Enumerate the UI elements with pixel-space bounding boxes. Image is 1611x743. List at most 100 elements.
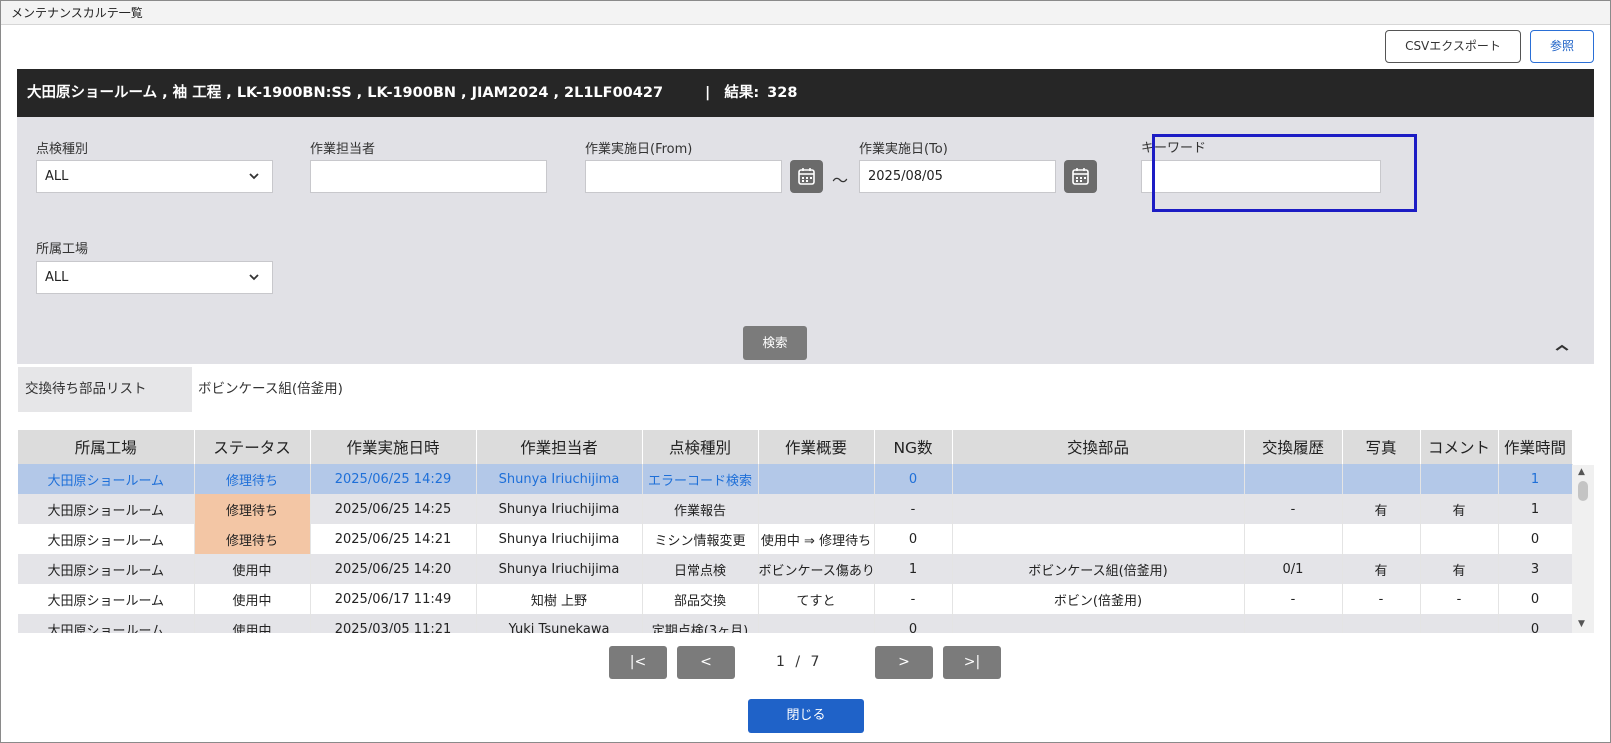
current-page: 1 (776, 654, 785, 670)
date-to-input[interactable]: 2025/08/05 (859, 160, 1056, 193)
collapse-icon[interactable] (1554, 341, 1571, 355)
table-cell: 有 (1420, 554, 1499, 584)
table-cell: 1 (1498, 494, 1573, 524)
table-cell (758, 464, 875, 494)
result-label: 結果: (724, 85, 760, 101)
table-row[interactable]: 大田原ショールーム 修理待ち 2025/06/25 14:29 Shunya I… (18, 464, 1573, 494)
column-header[interactable]: コメント (1420, 430, 1499, 464)
table-cell: 3 (1498, 554, 1573, 584)
table-cell (1244, 614, 1343, 633)
status-cell: 修理待ち (194, 524, 311, 554)
table-cell: 2025/06/25 14:20 (310, 554, 477, 584)
inspection-type-value: ALL (45, 169, 69, 184)
column-header[interactable]: 交換部品 (952, 430, 1245, 464)
table-row[interactable]: 大田原ショールーム 使用中 2025/06/17 11:49 知樹 上野 部品交… (18, 584, 1573, 614)
keyword-highlight-frame (1152, 134, 1417, 212)
table-cell (1244, 524, 1343, 554)
reference-button[interactable]: 参照 (1530, 30, 1594, 63)
table-row[interactable]: 大田原ショールーム 使用中 2025/03/05 11:21 Yuki Tsun… (18, 614, 1573, 633)
column-header[interactable]: 作業担当者 (476, 430, 643, 464)
column-header[interactable]: 作業時間 (1498, 430, 1573, 464)
table-cell (1244, 464, 1343, 494)
table-cell: 2025/06/25 14:21 (310, 524, 477, 554)
table-cell: - (1420, 584, 1499, 614)
column-header[interactable]: 点検種別 (642, 430, 759, 464)
scroll-thumb[interactable] (1578, 481, 1588, 501)
column-header[interactable]: 作業概要 (758, 430, 875, 464)
table-cell: - (1342, 584, 1421, 614)
column-header[interactable]: ステータス (194, 430, 311, 464)
scroll-up-icon[interactable]: ▲ (1578, 467, 1585, 477)
calendar-icon[interactable] (790, 160, 823, 193)
table-cell (1342, 524, 1421, 554)
karte-table-container: 所属工場 ステータス 作業実施日時 作業担当者 点検種別 作業概要 NG数 交換… (18, 430, 1594, 633)
table-cell: 部品交換 (642, 584, 759, 614)
status-cell: 修理待ち (194, 464, 311, 494)
table-cell: 大田原ショールーム (18, 464, 195, 494)
table-cell: 大田原ショールーム (18, 554, 195, 584)
column-header[interactable]: 交換履歴 (1244, 430, 1343, 464)
table-cell: 有 (1420, 494, 1499, 524)
status-cell: 使用中 (194, 554, 311, 584)
prev-page-button[interactable]: < (677, 646, 735, 679)
next-page-button[interactable]: > (875, 646, 933, 679)
last-page-button[interactable]: >| (943, 646, 1001, 679)
inspection-type-label: 点検種別 (36, 142, 89, 157)
context-header: 大田原ショールーム , 袖 工程 , LK-1900BN:SS , LK-190… (17, 69, 1594, 117)
context-text: 大田原ショールーム , 袖 工程 , LK-1900BN:SS , LK-190… (27, 85, 664, 101)
table-cell (1420, 614, 1499, 633)
parts-waiting-label: 交換待ち部品リスト (18, 367, 192, 412)
result-count: 328 (767, 85, 798, 101)
table-cell: Shunya Iriuchijima (476, 554, 643, 584)
table-cell: エラーコード検索 (642, 464, 759, 494)
table-cell: 1 (874, 554, 953, 584)
worker-input[interactable] (310, 160, 547, 193)
column-header[interactable]: NG数 (874, 430, 953, 464)
table-cell: 2025/03/05 11:21 (310, 614, 477, 633)
status-cell: 使用中 (194, 584, 311, 614)
karte-table: 所属工場 ステータス 作業実施日時 作業担当者 点検種別 作業概要 NG数 交換… (18, 430, 1573, 633)
column-header[interactable]: 写真 (1342, 430, 1421, 464)
page-indicator: 1 / 7 (776, 646, 819, 679)
date-to-label: 作業実施日(To) (859, 142, 948, 157)
table-cell (1420, 464, 1499, 494)
chevron-down-icon (248, 161, 260, 204)
column-header[interactable]: 所属工場 (18, 430, 195, 464)
table-cell: 0 (874, 614, 953, 633)
table-cell (758, 614, 875, 633)
table-cell: 1 (1498, 464, 1573, 494)
table-cell: 0 (874, 464, 953, 494)
scroll-down-icon[interactable]: ▼ (1578, 619, 1585, 629)
csv-export-button[interactable]: CSVエクスポート (1385, 30, 1521, 63)
inspection-type-select[interactable]: ALL (36, 160, 273, 193)
table-cell: ボビンケース傷あり (758, 554, 875, 584)
factory-select[interactable]: ALL (36, 261, 273, 294)
factory-value: ALL (45, 270, 69, 285)
table-cell (1342, 464, 1421, 494)
total-pages: 7 (810, 654, 820, 670)
date-from-input[interactable] (585, 160, 782, 193)
window-title: メンテナンスカルテ一覧 (1, 1, 1610, 25)
search-button[interactable]: 検索 (743, 326, 807, 360)
table-cell (952, 524, 1245, 554)
first-page-button[interactable]: |< (609, 646, 667, 679)
table-cell: 大田原ショールーム (18, 614, 195, 633)
parts-waiting-value: ボビンケース組(倍釜用) (198, 381, 343, 397)
table-cell: ボビン(倍釜用) (952, 584, 1245, 614)
chevron-down-icon (248, 262, 260, 305)
close-button[interactable]: 閉じる (748, 699, 864, 733)
table-scrollbar[interactable]: ▲ ▼ (1572, 465, 1594, 633)
table-cell: Yuki Tsunekawa (476, 614, 643, 633)
table-row[interactable]: 大田原ショールーム 使用中 2025/06/25 14:20 Shunya Ir… (18, 554, 1573, 584)
table-cell: 大田原ショールーム (18, 584, 195, 614)
table-cell: 2025/06/25 14:25 (310, 494, 477, 524)
factory-label: 所属工場 (36, 242, 89, 257)
table-cell (952, 464, 1245, 494)
table-row[interactable]: 大田原ショールーム 修理待ち 2025/06/25 14:25 Shunya I… (18, 494, 1573, 524)
table-cell: Shunya Iriuchijima (476, 524, 643, 554)
calendar-icon[interactable] (1064, 160, 1097, 193)
column-header[interactable]: 作業実施日時 (310, 430, 477, 464)
table-row[interactable]: 大田原ショールーム 修理待ち 2025/06/25 14:21 Shunya I… (18, 524, 1573, 554)
table-cell: - (874, 584, 953, 614)
range-separator: ～ (832, 171, 849, 190)
